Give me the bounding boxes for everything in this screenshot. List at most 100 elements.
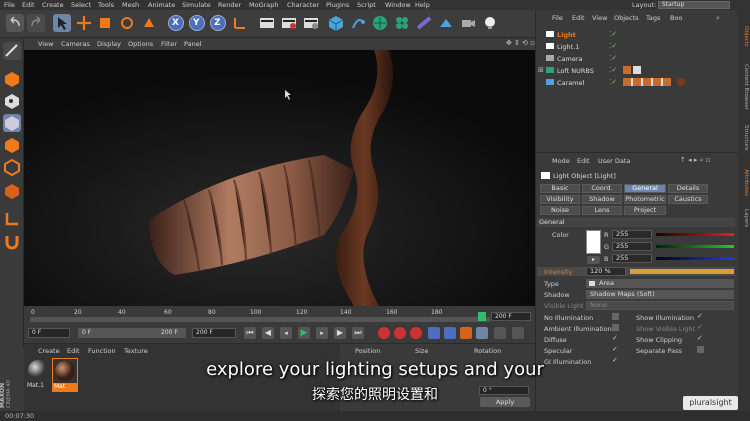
menu-mograph[interactable]: MoGraph xyxy=(249,1,279,9)
redo-icon[interactable] xyxy=(27,14,45,32)
shadow-dropdown[interactable]: Shadow Maps (Soft) xyxy=(586,290,734,299)
object-name[interactable]: Light xyxy=(557,31,576,39)
object-visibility-check[interactable]: ⁚✓ xyxy=(609,66,617,74)
tab-lens[interactable]: Lens xyxy=(582,206,622,215)
object-row-camera[interactable]: Camera ⁚✓ xyxy=(537,53,735,64)
g-slider[interactable] xyxy=(656,245,734,248)
object-name[interactable]: Camera xyxy=(557,55,583,63)
deformer-icon[interactable] xyxy=(415,14,433,32)
scale-key-icon[interactable] xyxy=(444,327,456,339)
side-tab-attributes[interactable]: Attributes xyxy=(739,165,749,201)
tab-shadow[interactable]: Shadow xyxy=(582,195,622,204)
preview-range-bar[interactable]: 0 F 200 F xyxy=(78,328,186,338)
menu-character[interactable]: Character xyxy=(287,1,319,9)
workplane-icon[interactable] xyxy=(3,210,21,228)
object-row-loft[interactable]: ⊞ Loft NURBS ⁚✓ xyxy=(537,65,735,76)
pen-icon[interactable] xyxy=(349,14,367,32)
object-visibility-check[interactable]: ⁚✓ xyxy=(609,30,617,38)
tag-icon[interactable] xyxy=(623,66,631,74)
timeline-end-field[interactable]: 200 F xyxy=(491,312,531,321)
position-key-icon[interactable] xyxy=(428,327,440,339)
vp-menu-cameras[interactable]: Cameras xyxy=(61,40,90,48)
show-illumination-checkbox[interactable]: ✓ xyxy=(697,312,703,320)
pla-key-icon[interactable] xyxy=(494,327,506,339)
visible-light-dropdown[interactable]: None xyxy=(586,301,734,310)
attr-nav-icons[interactable]: ↑ ◂ ▸ ⌕ ▫ xyxy=(680,156,710,165)
tab-details[interactable]: Details xyxy=(668,184,708,193)
keyframe-selection-icon[interactable] xyxy=(410,327,422,339)
object-axis-icon[interactable] xyxy=(3,114,21,132)
end-frame-field[interactable]: 200 F xyxy=(192,328,236,338)
polygons-mode-icon[interactable] xyxy=(3,182,21,200)
menu-simulate[interactable]: Simulate xyxy=(182,1,211,9)
cloner-icon[interactable] xyxy=(393,14,411,32)
model-icon[interactable] xyxy=(140,14,158,32)
color-picker-toggle[interactable]: ▸ xyxy=(587,256,600,264)
menu-select[interactable]: Select xyxy=(71,1,91,9)
no-illumination-checkbox[interactable] xyxy=(612,313,619,320)
undo-icon[interactable] xyxy=(6,14,24,32)
object-visibility-check[interactable]: ⁚✓ xyxy=(609,54,617,62)
obj-menu-edit[interactable]: Edit xyxy=(572,14,585,22)
object-name[interactable]: Caramel xyxy=(557,79,584,87)
menu-window[interactable]: Window xyxy=(385,1,411,9)
menu-script[interactable]: Script xyxy=(357,1,376,9)
coord-system-icon[interactable] xyxy=(231,14,249,32)
menu-edit[interactable]: Edit xyxy=(22,1,35,9)
start-frame-field[interactable]: 0 F xyxy=(28,328,70,338)
tab-visibility[interactable]: Visibility xyxy=(540,195,580,204)
side-tab-structure[interactable]: Structure xyxy=(739,120,749,156)
go-to-start-icon[interactable]: ⏮ xyxy=(244,327,256,339)
vp-menu-filter[interactable]: Filter xyxy=(161,40,177,48)
make-editable-icon[interactable] xyxy=(3,42,21,60)
menu-create[interactable]: Create xyxy=(42,1,64,9)
obj-search-icon[interactable]: ⌕ xyxy=(716,14,720,23)
menu-animate[interactable]: Animate xyxy=(148,1,175,9)
obj-menu-objects[interactable]: Objects xyxy=(614,14,639,22)
mat-menu-texture[interactable]: Texture xyxy=(124,347,148,355)
obj-menu-file[interactable]: File xyxy=(552,14,563,22)
g-field[interactable]: 255 xyxy=(612,242,652,251)
side-tab-objects[interactable]: Objects xyxy=(739,18,749,54)
specular-checkbox[interactable]: ✓ xyxy=(612,345,618,353)
model-mode-icon[interactable] xyxy=(3,70,21,88)
object-row-light[interactable]: Light ⁚✓ xyxy=(537,29,735,40)
tab-coord[interactable]: Coord. xyxy=(582,184,622,193)
attr-menu-mode[interactable]: Mode xyxy=(552,157,570,165)
menu-mesh[interactable]: Mesh xyxy=(122,1,139,9)
playhead-marker[interactable] xyxy=(478,312,486,321)
diffuse-checkbox[interactable]: ✓ xyxy=(612,334,618,342)
z-axis-icon[interactable]: Z xyxy=(209,14,227,32)
b-field[interactable]: 255 xyxy=(612,254,652,263)
move-icon[interactable] xyxy=(75,14,93,32)
side-tab-content-browser[interactable]: Content Browser xyxy=(739,58,749,116)
scale-icon[interactable] xyxy=(96,14,114,32)
ambient-illumination-checkbox[interactable] xyxy=(612,324,619,331)
mat-menu-edit[interactable]: Edit xyxy=(67,347,80,355)
object-name[interactable]: Loft NURBS xyxy=(557,67,594,75)
tab-noise[interactable]: Noise xyxy=(540,206,580,215)
points-mode-icon[interactable] xyxy=(3,136,21,154)
layout-select[interactable]: Startup xyxy=(658,1,730,9)
vp-menu-display[interactable]: Display xyxy=(97,40,121,48)
material-tag-icon[interactable] xyxy=(677,78,685,86)
timeline-track[interactable] xyxy=(30,317,490,322)
r-slider[interactable] xyxy=(656,233,734,236)
vp-nav-icons[interactable]: ✥ ⇕ ⟲ ▫ xyxy=(506,39,535,47)
rotate-icon[interactable] xyxy=(118,14,136,32)
menu-plugins[interactable]: Plugins xyxy=(326,1,349,9)
select-icon[interactable] xyxy=(53,14,71,32)
y-axis-icon[interactable]: Y xyxy=(188,14,206,32)
menu-file[interactable]: File xyxy=(4,1,15,9)
rotation-key-icon[interactable] xyxy=(460,327,472,339)
intensity-slider[interactable] xyxy=(630,269,734,274)
next-key-icon[interactable]: ▶ xyxy=(334,327,346,339)
record-icon[interactable] xyxy=(378,327,390,339)
tag-icon[interactable] xyxy=(633,66,641,74)
light-icon[interactable] xyxy=(481,14,499,32)
tab-caustics[interactable]: Caustics xyxy=(668,195,708,204)
go-to-end-icon[interactable]: ⏭ xyxy=(352,327,364,339)
render-view-icon[interactable] xyxy=(258,14,276,32)
type-dropdown[interactable]: Area xyxy=(586,279,734,288)
vp-menu-view[interactable]: View xyxy=(38,40,53,48)
